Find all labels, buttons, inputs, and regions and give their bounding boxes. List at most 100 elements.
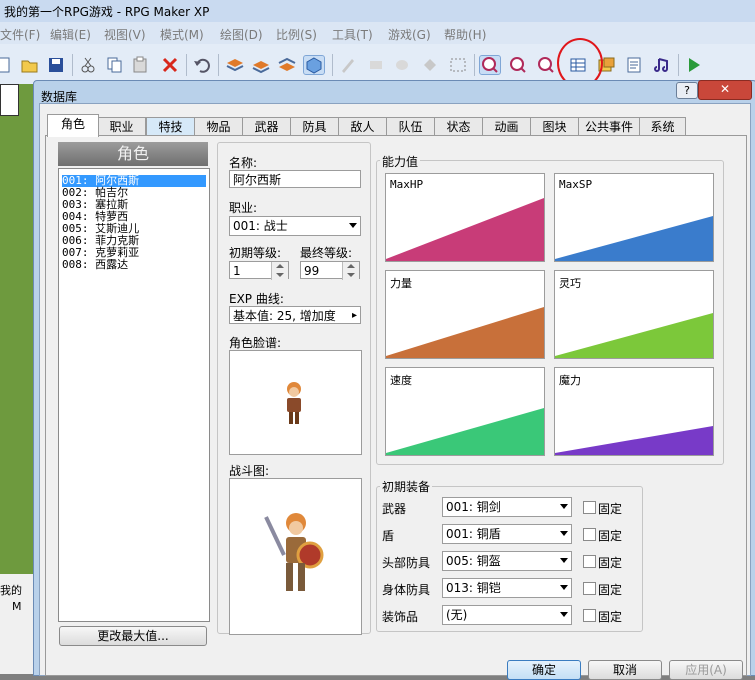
body-armor-fixed-checkbox[interactable]: [583, 582, 596, 595]
tab-states[interactable]: 状态: [434, 117, 483, 136]
initial-level-stepper[interactable]: 1: [229, 261, 289, 280]
equip-slot-label: 头部防具: [382, 556, 431, 570]
chevron-down-icon: [560, 531, 568, 536]
weapon-select[interactable]: 001: 铜剑: [442, 497, 572, 517]
tab-tilesets[interactable]: 图块: [530, 117, 579, 136]
chevron-down-icon: [560, 585, 568, 590]
stat-graph-maxsp[interactable]: MaxSP: [554, 173, 714, 262]
stat-graph-agi[interactable]: 速度: [385, 367, 545, 456]
fixed-label: 固定: [598, 556, 623, 570]
script-editor-icon[interactable]: [624, 56, 644, 74]
weapon-fixed-checkbox[interactable]: [583, 501, 596, 514]
new-file-icon[interactable]: [0, 56, 14, 74]
actor-list[interactable]: 001: 阿尔西斯 002: 帕吉尔 003: 塞拉斯 004: 特萝西 005…: [58, 168, 210, 622]
stat-graph-maxhp[interactable]: MaxHP: [385, 173, 545, 262]
event-layer-icon[interactable]: [303, 55, 325, 75]
tab-system[interactable]: 系统: [639, 117, 686, 136]
accessory-fixed-checkbox[interactable]: [583, 609, 596, 622]
fill-icon[interactable]: [420, 56, 440, 74]
map-tree-item[interactable]: M: [12, 600, 22, 613]
ok-button[interactable]: 确定: [507, 660, 581, 680]
play-test-icon[interactable]: [684, 56, 704, 74]
equip-slot-label: 装饰品: [382, 610, 419, 624]
toolbar-separator: [678, 54, 679, 76]
initial-level-value: 1: [233, 264, 241, 278]
equipment-title: 初期装备: [380, 478, 433, 495]
menu-help[interactable]: 帮助(H): [444, 26, 486, 43]
name-label: 名称:: [229, 156, 258, 170]
cancel-button[interactable]: 取消: [588, 660, 662, 680]
sound-test-icon[interactable]: [652, 56, 672, 74]
battler-sprite: [264, 513, 324, 591]
final-level-stepper[interactable]: 99: [300, 261, 360, 280]
menu-tools[interactable]: 工具(T): [332, 26, 373, 43]
map-tree-item[interactable]: 我的: [0, 582, 22, 598]
body-armor-select[interactable]: 013: 铜铠: [442, 578, 572, 598]
open-folder-icon[interactable]: [20, 56, 40, 74]
layer-3-icon[interactable]: [277, 56, 297, 74]
character-sprite: [287, 382, 301, 424]
tab-enemies[interactable]: 敌人: [338, 117, 387, 136]
stat-graph-int[interactable]: 魔力: [554, 367, 714, 456]
rectangle-icon[interactable]: [366, 56, 386, 74]
menu-view[interactable]: 视图(V): [104, 26, 146, 43]
stat-label: MaxHP: [390, 178, 424, 191]
menu-edit[interactable]: 编辑(E): [50, 26, 91, 43]
spin-buttons[interactable]: [271, 262, 288, 280]
tab-skills[interactable]: 特技: [146, 117, 195, 136]
menu-file[interactable]: 文件(F): [0, 26, 40, 43]
name-field[interactable]: 阿尔西斯: [229, 170, 361, 188]
face-graphic[interactable]: [229, 350, 362, 455]
helmet-fixed-checkbox[interactable]: [583, 555, 596, 568]
change-max-button[interactable]: 更改最大值...: [59, 626, 207, 646]
tab-troops[interactable]: 队伍: [386, 117, 435, 136]
tab-weapons[interactable]: 武器: [242, 117, 291, 136]
tab-classes[interactable]: 职业: [97, 117, 146, 136]
layer-2-icon[interactable]: [251, 56, 271, 74]
help-button[interactable]: ?: [676, 82, 698, 99]
delete-icon[interactable]: [160, 56, 180, 74]
shield-fixed-checkbox[interactable]: [583, 528, 596, 541]
helmet-select[interactable]: 005: 铜盔: [442, 551, 572, 571]
spin-buttons[interactable]: [342, 262, 359, 280]
tab-items[interactable]: 物品: [194, 117, 243, 136]
battler-graphic[interactable]: [229, 478, 362, 635]
close-button[interactable]: ✕: [698, 80, 752, 100]
zoom-3-icon[interactable]: [536, 56, 556, 74]
toolbar-separator: [72, 54, 73, 76]
window-title: 我的第一个RPG游戏 - RPG Maker XP: [4, 5, 210, 19]
menu-bar: 文件(F) 编辑(E) 视图(V) 模式(M) 绘图(D) 比例(S) 工具(T…: [0, 22, 755, 44]
menu-mode[interactable]: 模式(M): [160, 26, 204, 43]
menu-draw[interactable]: 绘图(D): [220, 26, 263, 43]
accessory-select[interactable]: (无): [442, 605, 572, 625]
fixed-label: 固定: [598, 583, 623, 597]
zoom-1-icon[interactable]: [479, 55, 501, 75]
tab-actors[interactable]: 角色: [47, 114, 99, 137]
undo-icon[interactable]: [192, 56, 212, 74]
apply-button[interactable]: 应用(A): [669, 660, 743, 680]
pencil-icon[interactable]: [338, 56, 358, 74]
tab-armors[interactable]: 防具: [290, 117, 339, 136]
exp-curve-value: 基本值: 25, 增加度: [233, 309, 336, 323]
save-icon[interactable]: [46, 56, 66, 74]
exp-curve-button[interactable]: 基本值: 25, 增加度 ▸: [229, 306, 361, 324]
toolbar-separator: [218, 54, 219, 76]
final-level-label: 最终等级:: [300, 246, 353, 260]
menu-game[interactable]: 游戏(G): [388, 26, 431, 43]
menu-scale[interactable]: 比例(S): [276, 26, 317, 43]
stat-graph-dex[interactable]: 灵巧: [554, 270, 714, 359]
paste-icon[interactable]: [130, 56, 150, 74]
layer-1-icon[interactable]: [225, 56, 245, 74]
class-select[interactable]: 001: 战士: [229, 216, 361, 236]
tab-animations[interactable]: 动画: [482, 117, 531, 136]
stats-title: 能力值: [380, 153, 421, 170]
select-icon[interactable]: [448, 56, 468, 74]
stat-graph-str[interactable]: 力量: [385, 270, 545, 359]
shield-select[interactable]: 001: 铜盾: [442, 524, 572, 544]
ellipse-icon[interactable]: [392, 56, 412, 74]
zoom-2-icon[interactable]: [508, 56, 528, 74]
copy-icon[interactable]: [104, 56, 124, 74]
cut-icon[interactable]: [78, 56, 98, 74]
list-item[interactable]: 008: 西露达: [62, 259, 206, 271]
tab-common-events[interactable]: 公共事件: [578, 117, 640, 136]
